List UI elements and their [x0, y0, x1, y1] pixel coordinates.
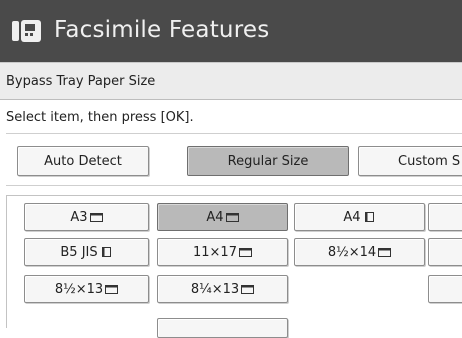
instruction-text: Select item, then press [OK].: [6, 110, 194, 125]
paper-size-label: B5 JIS: [60, 244, 98, 260]
landscape-orientation-icon: [378, 248, 392, 257]
paper-size-8-5x14-landscape[interactable]: 8½×14: [294, 238, 425, 266]
paper-size-b5jis-portrait[interactable]: B5 JIS: [24, 238, 149, 266]
paper-size-button-partial[interactable]: [157, 318, 288, 338]
auto-detect-label: Auto Detect: [44, 153, 122, 169]
paper-size-label: A3: [70, 209, 88, 225]
fax-machine-icon: [12, 20, 41, 42]
paper-size-a4-portrait[interactable]: A4: [294, 203, 425, 231]
custom-size-label: Custom S: [398, 153, 461, 169]
paper-size-label: 8½×14: [327, 244, 377, 260]
paper-size-label: A4: [343, 209, 361, 225]
paper-size-11x17-landscape[interactable]: 11×17: [157, 238, 288, 266]
page-title: Facsimile Features: [54, 17, 270, 43]
landscape-orientation-icon: [225, 213, 239, 222]
section-title: Bypass Tray Paper Size: [6, 74, 156, 89]
paper-size-8-25x13-landscape[interactable]: 8¼×13: [157, 275, 288, 303]
landscape-orientation-icon: [105, 285, 119, 294]
paper-size-label: A4: [206, 209, 224, 225]
divider: [6, 185, 462, 186]
paper-size-label: 8¼×13: [190, 281, 240, 297]
landscape-orientation-icon: [89, 213, 103, 222]
divider: [6, 133, 462, 134]
paper-size-button-partial[interactable]: [428, 238, 462, 266]
section-header: Bypass Tray Paper Size: [0, 62, 462, 100]
regular-size-button[interactable]: Regular Size: [187, 146, 349, 176]
paper-size-a4-landscape[interactable]: A4: [157, 203, 288, 231]
portrait-orientation-icon: [101, 247, 111, 257]
paper-size-button-partial[interactable]: [428, 203, 462, 231]
landscape-orientation-icon: [238, 248, 252, 257]
landscape-orientation-icon: [241, 285, 255, 294]
custom-size-button[interactable]: Custom S: [358, 146, 462, 176]
paper-size-label: 8½×13: [54, 281, 104, 297]
paper-size-button-partial[interactable]: [428, 275, 462, 303]
regular-size-label: Regular Size: [227, 153, 309, 169]
portrait-orientation-icon: [364, 212, 374, 222]
title-bar: Facsimile Features: [0, 0, 462, 62]
paper-size-label: 11×17: [193, 244, 237, 260]
paper-size-a3-landscape[interactable]: A3: [24, 203, 149, 231]
auto-detect-button[interactable]: Auto Detect: [17, 146, 149, 176]
paper-size-8-5x13-landscape[interactable]: 8½×13: [24, 275, 149, 303]
